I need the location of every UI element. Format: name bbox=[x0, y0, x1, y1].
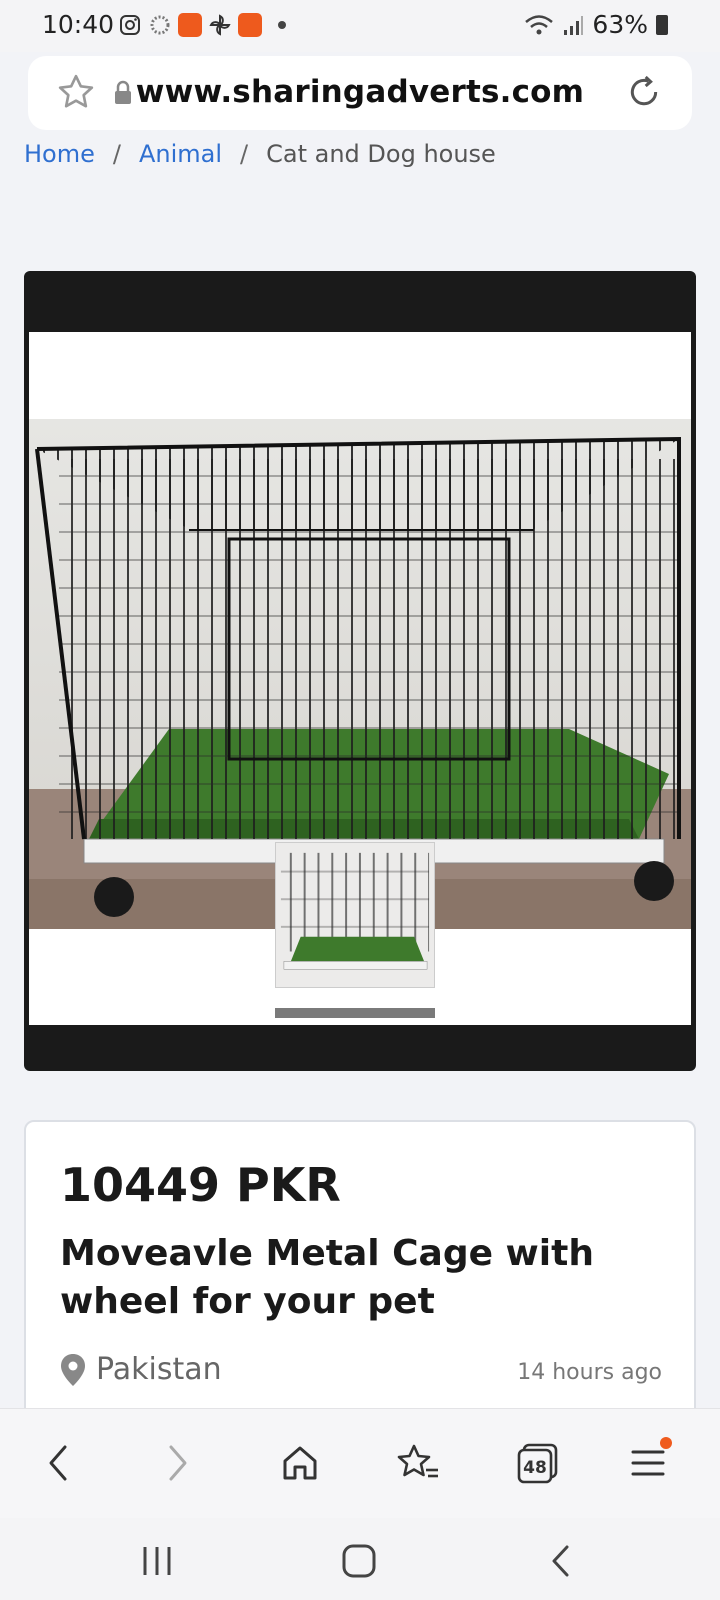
location-pin-icon bbox=[61, 1353, 85, 1386]
battery-icon bbox=[656, 14, 668, 35]
recent-apps-button[interactable] bbox=[132, 1538, 182, 1584]
pinwheel-icon bbox=[209, 14, 231, 36]
listing-location: Pakistan bbox=[60, 1352, 222, 1387]
posted-time: 14 hours ago bbox=[517, 1360, 662, 1385]
breadcrumb-animal[interactable]: Animal bbox=[139, 140, 222, 168]
app-notification-icon-2 bbox=[238, 13, 262, 37]
breadcrumb: Home / Animal / Cat and Dog house bbox=[24, 140, 496, 168]
listing-card: 10449 PKR Moveavle Metal Cage with wheel… bbox=[24, 1120, 696, 1420]
breadcrumb-home[interactable]: Home bbox=[24, 140, 95, 168]
status-bar: 10:40 63% bbox=[0, 0, 720, 52]
gallery-thumbnail[interactable] bbox=[275, 842, 435, 988]
home-icon bbox=[283, 1446, 317, 1480]
wifi-icon bbox=[525, 14, 554, 34]
listing-title: Moveavle Metal Cage with wheel for your … bbox=[60, 1233, 594, 1322]
menu-notification-dot bbox=[660, 1437, 672, 1449]
reload-icon[interactable] bbox=[624, 72, 664, 112]
system-navigation-bar bbox=[0, 1518, 720, 1600]
system-back-button[interactable] bbox=[536, 1538, 586, 1584]
image-gallery[interactable] bbox=[24, 271, 696, 1071]
gallery-page-indicator[interactable] bbox=[275, 1008, 435, 1018]
system-home-icon bbox=[342, 1544, 376, 1578]
bookmarks-button[interactable] bbox=[390, 1435, 446, 1491]
address-bar[interactable]: www.sharingadverts.com bbox=[28, 56, 692, 130]
instagram-icon bbox=[120, 15, 140, 35]
chevron-right-icon bbox=[169, 1445, 187, 1481]
battery-percent: 63% bbox=[592, 10, 648, 39]
tab-count: 48 bbox=[523, 1458, 547, 1478]
signal-icon bbox=[564, 15, 584, 35]
loading-icon bbox=[150, 15, 170, 35]
more-notifications-dot bbox=[278, 21, 286, 29]
browser-toolbar: 48 bbox=[0, 1408, 720, 1518]
breadcrumb-separator: / bbox=[112, 140, 121, 168]
url-text[interactable]: www.sharingadverts.com bbox=[28, 74, 692, 110]
recent-apps-icon bbox=[143, 1547, 171, 1575]
status-time: 10:40 bbox=[42, 10, 115, 39]
location-text: Pakistan bbox=[96, 1352, 222, 1387]
bookmarks-icon bbox=[397, 1444, 438, 1478]
back-button[interactable] bbox=[30, 1435, 86, 1491]
app-notification-icon bbox=[178, 13, 202, 37]
breadcrumb-separator: / bbox=[240, 140, 249, 168]
system-status: 63% bbox=[524, 10, 668, 39]
menu-button[interactable] bbox=[620, 1435, 676, 1491]
tabs-button[interactable]: 48 bbox=[510, 1435, 566, 1491]
tabs-icon: 48 bbox=[517, 1443, 558, 1484]
chevron-left-icon bbox=[49, 1445, 67, 1481]
forward-button[interactable] bbox=[150, 1435, 206, 1491]
home-button[interactable] bbox=[272, 1435, 328, 1491]
listing-price: 10449 PKR bbox=[60, 1158, 341, 1212]
hamburger-menu-icon bbox=[631, 1450, 665, 1476]
system-home-button[interactable] bbox=[334, 1538, 384, 1584]
system-back-icon bbox=[552, 1545, 569, 1577]
breadcrumb-current: Cat and Dog house bbox=[266, 140, 496, 168]
notification-icons bbox=[118, 13, 286, 37]
